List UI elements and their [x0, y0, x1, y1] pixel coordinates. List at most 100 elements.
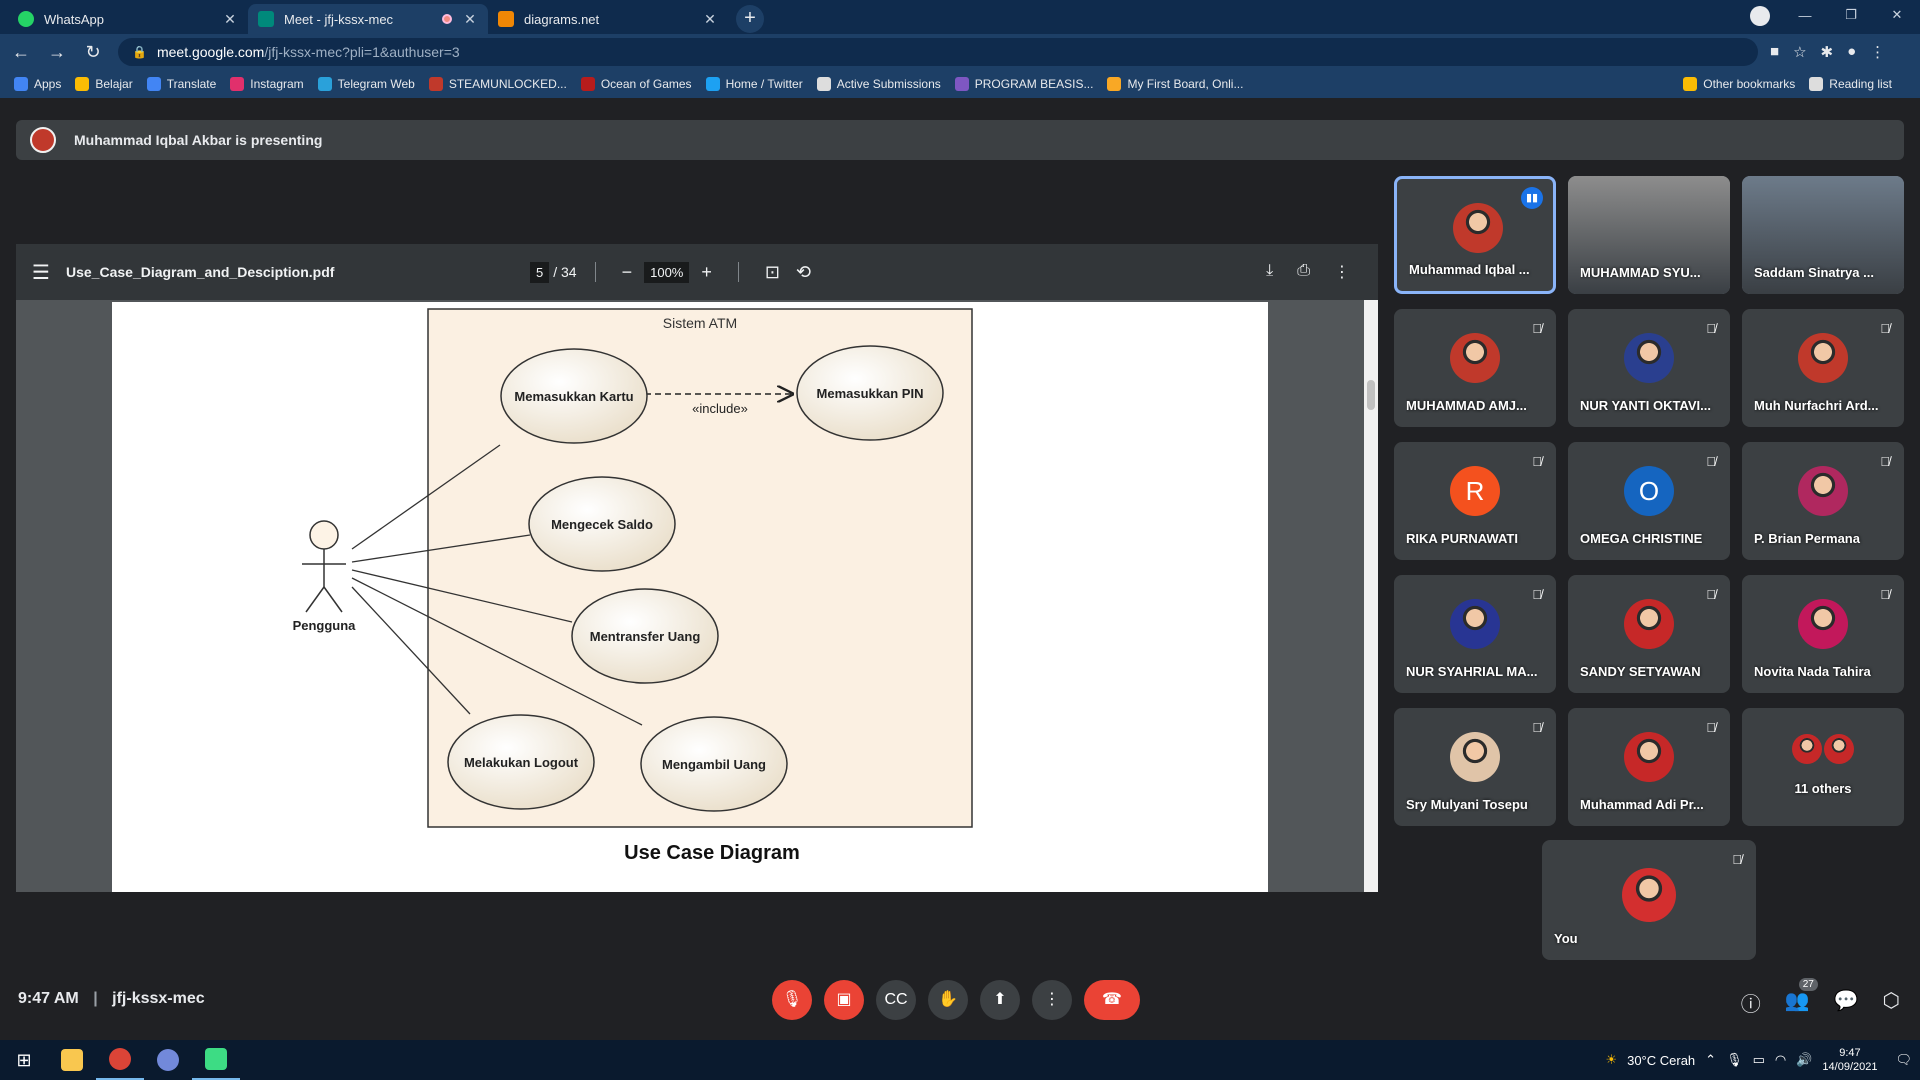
mic-off-button[interactable]: 🎙: [772, 980, 812, 1020]
close-window-button[interactable]: ✕: [1874, 7, 1920, 23]
close-icon[interactable]: ✕: [462, 11, 478, 28]
url-input[interactable]: 🔒 meet.google.com /jfj-kssx-mec?pli=1&au…: [118, 38, 1758, 66]
leave-call-button[interactable]: ☎: [1084, 980, 1140, 1020]
taskbar-chrome[interactable]: [96, 1040, 144, 1080]
chat-icon[interactable]: 💬: [1834, 988, 1859, 1017]
taskbar-android-studio[interactable]: [192, 1040, 240, 1080]
participant-tile[interactable]: 🎙̸MUHAMMAD SYU...: [1568, 176, 1730, 294]
present-button[interactable]: ⬆: [980, 980, 1020, 1020]
zoom-out-icon[interactable]: −: [622, 262, 633, 283]
close-icon[interactable]: ✕: [702, 11, 718, 28]
volume-icon[interactable]: 🔊: [1796, 1052, 1812, 1068]
tab-whatsapp[interactable]: WhatsApp ✕: [8, 4, 248, 34]
people-icon[interactable]: 👥 27: [1785, 978, 1818, 1017]
minimize-button[interactable]: —: [1782, 8, 1828, 23]
rotate-icon[interactable]: ⟲: [796, 262, 811, 283]
page-number-input[interactable]: 5: [530, 261, 550, 283]
weather-text[interactable]: 30°C Cerah: [1627, 1053, 1695, 1068]
tab-meet[interactable]: Meet - jfj-kssx-mec ✕: [248, 4, 488, 34]
include-label: «include»: [692, 401, 748, 416]
bookmark-icon: [230, 77, 245, 91]
participant-tile[interactable]: ▮▮ Muhammad Iqbal ...: [1394, 176, 1556, 294]
participant-tile[interactable]: 🎙̸ SANDY SETYAWAN: [1568, 575, 1730, 693]
bookmark-item[interactable]: Active Submissions: [816, 77, 941, 91]
bookmark-icon: [1809, 77, 1824, 91]
bookmarks-right: Other bookmarks Reading list: [1683, 70, 1906, 98]
clock[interactable]: 9:47 14/09/2021: [1822, 1046, 1877, 1074]
more-icon[interactable]: ⋮: [1334, 262, 1350, 282]
bookmark-item[interactable]: PROGRAM BEASIS...: [954, 77, 1093, 91]
participant-tile[interactable]: 🎙̸ Muh Nurfachri Ard...: [1742, 309, 1904, 427]
bookmark-icon: [14, 77, 28, 91]
participant-tile[interactable]: 🎙̸ Muhammad Adi Pr...: [1568, 708, 1730, 826]
bookmark-item[interactable]: Reading list: [1809, 77, 1892, 91]
wifi-icon[interactable]: ◠: [1775, 1052, 1786, 1068]
close-icon[interactable]: ✕: [222, 11, 238, 28]
more-options-button[interactable]: ⋮: [1032, 980, 1072, 1020]
zoom-input[interactable]: 100%: [644, 261, 690, 283]
bookmark-item[interactable]: Apps: [14, 77, 61, 91]
bookmark-label: STEAMUNLOCKED...: [448, 77, 567, 91]
participant-tile[interactable]: 🎙̸ Sry Mulyani Tosepu: [1394, 708, 1556, 826]
taskbar-discord[interactable]: [144, 1040, 192, 1080]
zoom-in-icon[interactable]: +: [701, 262, 712, 283]
menu-icon[interactable]: ⋮: [1870, 43, 1885, 61]
bookmark-item[interactable]: Home / Twitter: [705, 77, 803, 91]
battery-icon[interactable]: ▭: [1753, 1052, 1765, 1068]
participant-tile[interactable]: 🎙̸ NUR YANTI OKTAVI...: [1568, 309, 1730, 427]
participant-tile[interactable]: 🎙̸ R RIKA PURNAWATI: [1394, 442, 1556, 560]
bookmark-item[interactable]: Ocean of Games: [580, 77, 692, 91]
participant-name: MUHAMMAD AMJ...: [1406, 398, 1527, 413]
pdf-toolbar: ☰ Use_Case_Diagram_and_Desciption.pdf 5 …: [16, 244, 1378, 300]
participant-count-badge: 27: [1798, 978, 1818, 991]
participant-tile[interactable]: 🎙̸ P. Brian Permana: [1742, 442, 1904, 560]
scrollbar-thumb[interactable]: [1367, 380, 1375, 410]
raise-hand-button[interactable]: ✋: [928, 980, 968, 1020]
participant-tile[interactable]: 🎙̸ O OMEGA CHRISTINE: [1568, 442, 1730, 560]
extensions-icon[interactable]: ✱: [1821, 43, 1834, 61]
profile-avatar-icon[interactable]: ●: [1847, 43, 1856, 61]
taskbar-explorer[interactable]: [48, 1040, 96, 1080]
hamburger-icon[interactable]: ☰: [16, 260, 66, 285]
print-icon[interactable]: ⎙: [1297, 262, 1310, 282]
back-icon[interactable]: ←: [6, 42, 36, 63]
avatar: [1450, 333, 1500, 383]
tab-diagrams[interactable]: diagrams.net ✕: [488, 4, 728, 34]
participant-tile[interactable]: 🎙̸Saddam Sinatrya ...: [1742, 176, 1904, 294]
bookmark-item[interactable]: My First Board, Onli...: [1107, 77, 1243, 91]
participant-tile[interactable]: 🎙̸ NUR SYAHRIAL MA...: [1394, 575, 1556, 693]
pdf-scrollbar[interactable]: [1364, 300, 1378, 892]
participant-tile[interactable]: 🎙̸ Novita Nada Tahira: [1742, 575, 1904, 693]
profile-icon[interactable]: [1750, 6, 1770, 26]
self-tile[interactable]: 🎙̸ You: [1542, 840, 1756, 960]
start-button[interactable]: ⊞: [0, 1040, 48, 1080]
bookmark-item[interactable]: Translate: [146, 77, 216, 91]
info-icon[interactable]: ⓘ: [1741, 988, 1761, 1017]
new-tab-button[interactable]: +: [736, 5, 764, 33]
lock-icon[interactable]: 🔒: [132, 45, 147, 59]
usecase-label: Mengecek Saldo: [551, 517, 653, 532]
reload-icon[interactable]: ↻: [78, 42, 108, 63]
bookmark-item[interactable]: Belajar: [75, 77, 133, 91]
microphone-icon[interactable]: 🎙: [1726, 1052, 1743, 1068]
taskbar-time: 9:47: [1839, 1047, 1861, 1059]
bookmark-item[interactable]: STEAMUNLOCKED...: [428, 77, 567, 91]
restore-button[interactable]: ❐: [1828, 7, 1874, 23]
participant-tile[interactable]: 11 others: [1742, 708, 1904, 826]
notification-icon[interactable]: 🗨: [1895, 1052, 1912, 1068]
participant-tile[interactable]: 🎙̸ MUHAMMAD AMJ...: [1394, 309, 1556, 427]
camera-icon[interactable]: ■: [1770, 43, 1779, 61]
captions-button[interactable]: CC: [876, 980, 916, 1020]
fit-page-icon[interactable]: ⊡: [765, 262, 780, 283]
camera-off-button[interactable]: ▣: [824, 980, 864, 1020]
forward-icon[interactable]: →: [42, 42, 72, 63]
download-icon[interactable]: ⤓: [1266, 262, 1273, 282]
bookmark-item[interactable]: Other bookmarks: [1683, 77, 1795, 91]
bookmark-label: Other bookmarks: [1703, 77, 1796, 91]
star-icon[interactable]: ☆: [1793, 43, 1806, 61]
bookmark-item[interactable]: Instagram: [230, 77, 304, 91]
tab-title: Meet - jfj-kssx-mec: [284, 11, 394, 27]
activities-icon[interactable]: ⬡: [1883, 988, 1900, 1017]
bookmark-item[interactable]: Telegram Web: [317, 77, 415, 91]
chevron-up-icon[interactable]: ⌃: [1705, 1052, 1716, 1068]
